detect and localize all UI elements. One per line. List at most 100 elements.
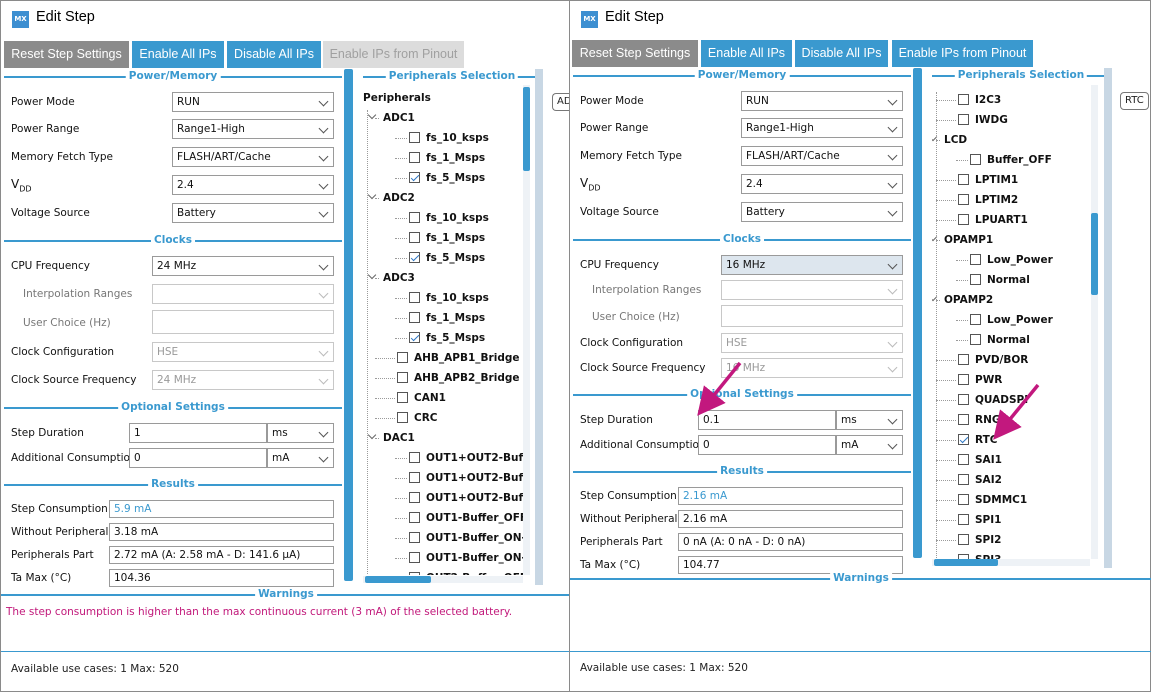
additional-consumption-input[interactable]: 0 [129, 448, 267, 468]
checkbox-icon[interactable] [409, 312, 420, 323]
clock-configuration-select[interactable]: HSE [152, 342, 334, 362]
tree-item-label: fs_1_Msps [426, 232, 486, 244]
checkbox-checked-icon[interactable] [409, 332, 420, 343]
tree-item-label: AHB_APB1_Bridge [414, 352, 520, 364]
enable-all-ips-button[interactable]: Enable All IPs [132, 41, 224, 68]
tree-connector [395, 338, 407, 339]
power-mode-select[interactable]: RUN [172, 92, 334, 112]
tree-item-fs-1-msps[interactable]: fs_1_Msps [409, 310, 485, 326]
checkbox-icon[interactable] [409, 212, 420, 223]
tree-item-out1-out2-buffer[interactable]: OUT1+OUT2-Buffer [409, 450, 523, 466]
tree-connector [395, 238, 407, 239]
form-scrollbar[interactable] [344, 69, 353, 581]
tree-hscroll-thumb[interactable] [365, 576, 431, 583]
checkbox-icon[interactable] [409, 132, 420, 143]
vdd-label: VDD [11, 177, 32, 194]
checkbox-icon[interactable] [409, 232, 420, 243]
tree-item-fs-1-msps[interactable]: fs_1_Msps [409, 150, 485, 166]
tree-item-fs-5-msps[interactable]: fs_5_Msps [409, 250, 485, 266]
available-use-cases: Available use cases: 1 Max: 520 [11, 663, 179, 675]
checkbox-checked-icon[interactable] [409, 252, 420, 263]
tree-item-label: OUT1+OUT2-Buffer [426, 472, 523, 484]
edit-step-window-right: MX Edit Step Reset Step Settings Enable … [569, 0, 1151, 692]
checkbox-icon[interactable] [409, 532, 420, 543]
tree-vscroll-thumb[interactable] [523, 87, 530, 171]
tree-connector [395, 498, 407, 499]
checkbox-icon[interactable] [397, 412, 408, 423]
checkbox-icon[interactable] [409, 152, 420, 163]
enable-ips-from-pinout-button[interactable]: Enable IPs from Pinout [323, 41, 464, 68]
tree-item-crc[interactable]: CRC [397, 410, 438, 426]
tree-item-fs-10-ksps[interactable]: fs_10_ksps [409, 210, 489, 226]
cpu-frequency-select[interactable]: 24 MHz [152, 256, 334, 276]
interpolation-ranges-select[interactable] [152, 284, 334, 304]
optional-settings-heading: Optional Settings [118, 401, 228, 413]
checkbox-icon[interactable] [409, 572, 420, 575]
tree-item-fs-10-ksps[interactable]: fs_10_ksps [409, 290, 489, 306]
tree-item-label: OUT1-Buffer_OFF- [426, 512, 523, 524]
tree-item-out1-out2-buffer[interactable]: OUT1+OUT2-Buffer [409, 490, 523, 506]
tree-item-label: OUT1-Buffer_ON-W [426, 552, 523, 564]
tree-connector [375, 118, 379, 119]
clock-configuration-label: Clock Configuration [11, 346, 115, 358]
checkbox-icon[interactable] [409, 472, 420, 483]
tree-connector [395, 178, 407, 179]
tree-item-fs-5-msps[interactable]: fs_5_Msps [409, 330, 485, 346]
checkbox-icon[interactable] [409, 492, 420, 503]
checkbox-icon[interactable] [409, 452, 420, 463]
tree-item-out1-out2-buffer[interactable]: OUT1+OUT2-Buffer [409, 470, 523, 486]
annotation-arrows [697, 361, 1040, 440]
checkbox-icon[interactable] [397, 352, 408, 363]
tree-item-label: fs_1_Msps [426, 312, 486, 324]
tree-item-out1-buffer-on-w[interactable]: OUT1-Buffer_ON-W [409, 550, 523, 566]
tree-item-out2-buffer-off[interactable]: OUT2-Buffer_OFF [409, 570, 523, 575]
step-consumption-label: Step Consumption [11, 503, 108, 515]
additional-consumption-unit-select[interactable]: mA [267, 448, 334, 468]
tree-item-ahb-apb1-bridge[interactable]: AHB_APB1_Bridge [397, 350, 519, 366]
tree-connector [395, 158, 407, 159]
disable-all-ips-button[interactable]: Disable All IPs [227, 41, 321, 68]
clock-source-frequency-label: Clock Source Frequency [11, 374, 137, 386]
tree-item-label: fs_5_Msps [426, 332, 486, 344]
tree-item-out1-buffer-off-[interactable]: OUT1-Buffer_OFF- [409, 510, 523, 526]
checkbox-icon[interactable] [409, 512, 420, 523]
tree-connector [395, 458, 407, 459]
step-duration-input[interactable]: 1 [129, 423, 267, 443]
tree-connector [395, 478, 407, 479]
user-choice-input[interactable] [152, 310, 334, 334]
reset-step-settings-button[interactable]: Reset Step Settings [4, 41, 129, 68]
tree-item-label: fs_5_Msps [426, 172, 486, 184]
tree-item-label: CAN1 [414, 392, 446, 404]
tree-connector [395, 518, 407, 519]
tree-item-ahb-apb2-bridge[interactable]: AHB_APB2_Bridge [397, 370, 519, 386]
tree-connector [395, 558, 407, 559]
tree-connector [375, 198, 379, 199]
tree-item-can1[interactable]: CAN1 [397, 390, 446, 406]
memory-fetch-type-label: Memory Fetch Type [11, 151, 113, 163]
checkbox-icon[interactable] [409, 292, 420, 303]
tree-item-label: fs_5_Msps [426, 252, 486, 264]
results-heading: Results [148, 478, 198, 490]
tree-item-fs-10-ksps[interactable]: fs_10_ksps [409, 130, 489, 146]
clocks-section: Clocks [4, 234, 342, 246]
memory-fetch-type-select[interactable]: FLASH/ART/Cache [172, 147, 334, 167]
peripherals-part-label: Peripherals Part [11, 549, 94, 561]
vdd-select[interactable]: 2.4 [172, 175, 334, 195]
checkbox-icon[interactable] [409, 552, 420, 563]
step-duration-unit-select[interactable]: ms [267, 423, 334, 443]
tree-item-fs-1-msps[interactable]: fs_1_Msps [409, 230, 485, 246]
checkbox-icon[interactable] [397, 372, 408, 383]
clock-source-frequency-select[interactable]: 24 MHz [152, 370, 334, 390]
checkbox-icon[interactable] [397, 392, 408, 403]
checkbox-checked-icon[interactable] [409, 172, 420, 183]
stm32cubemx-logo-icon: MX [12, 11, 29, 28]
results-section: Results [4, 478, 342, 490]
tree-item-fs-5-msps[interactable]: fs_5_Msps [409, 170, 485, 186]
tree-item-out1-buffer-on-m[interactable]: OUT1-Buffer_ON-M [409, 530, 523, 546]
tree-item-label: fs_1_Msps [426, 152, 486, 164]
power-range-select[interactable]: Range1-High [172, 119, 334, 139]
additional-consumption-label: Additional Consumption [11, 452, 137, 464]
peripherals-part-value: 2.72 mA (A: 2.58 mA - D: 141.6 µA) [109, 546, 334, 564]
tree-item-label: OUT1-Buffer_ON-M [426, 532, 523, 544]
voltage-source-select[interactable]: Battery [172, 203, 334, 223]
